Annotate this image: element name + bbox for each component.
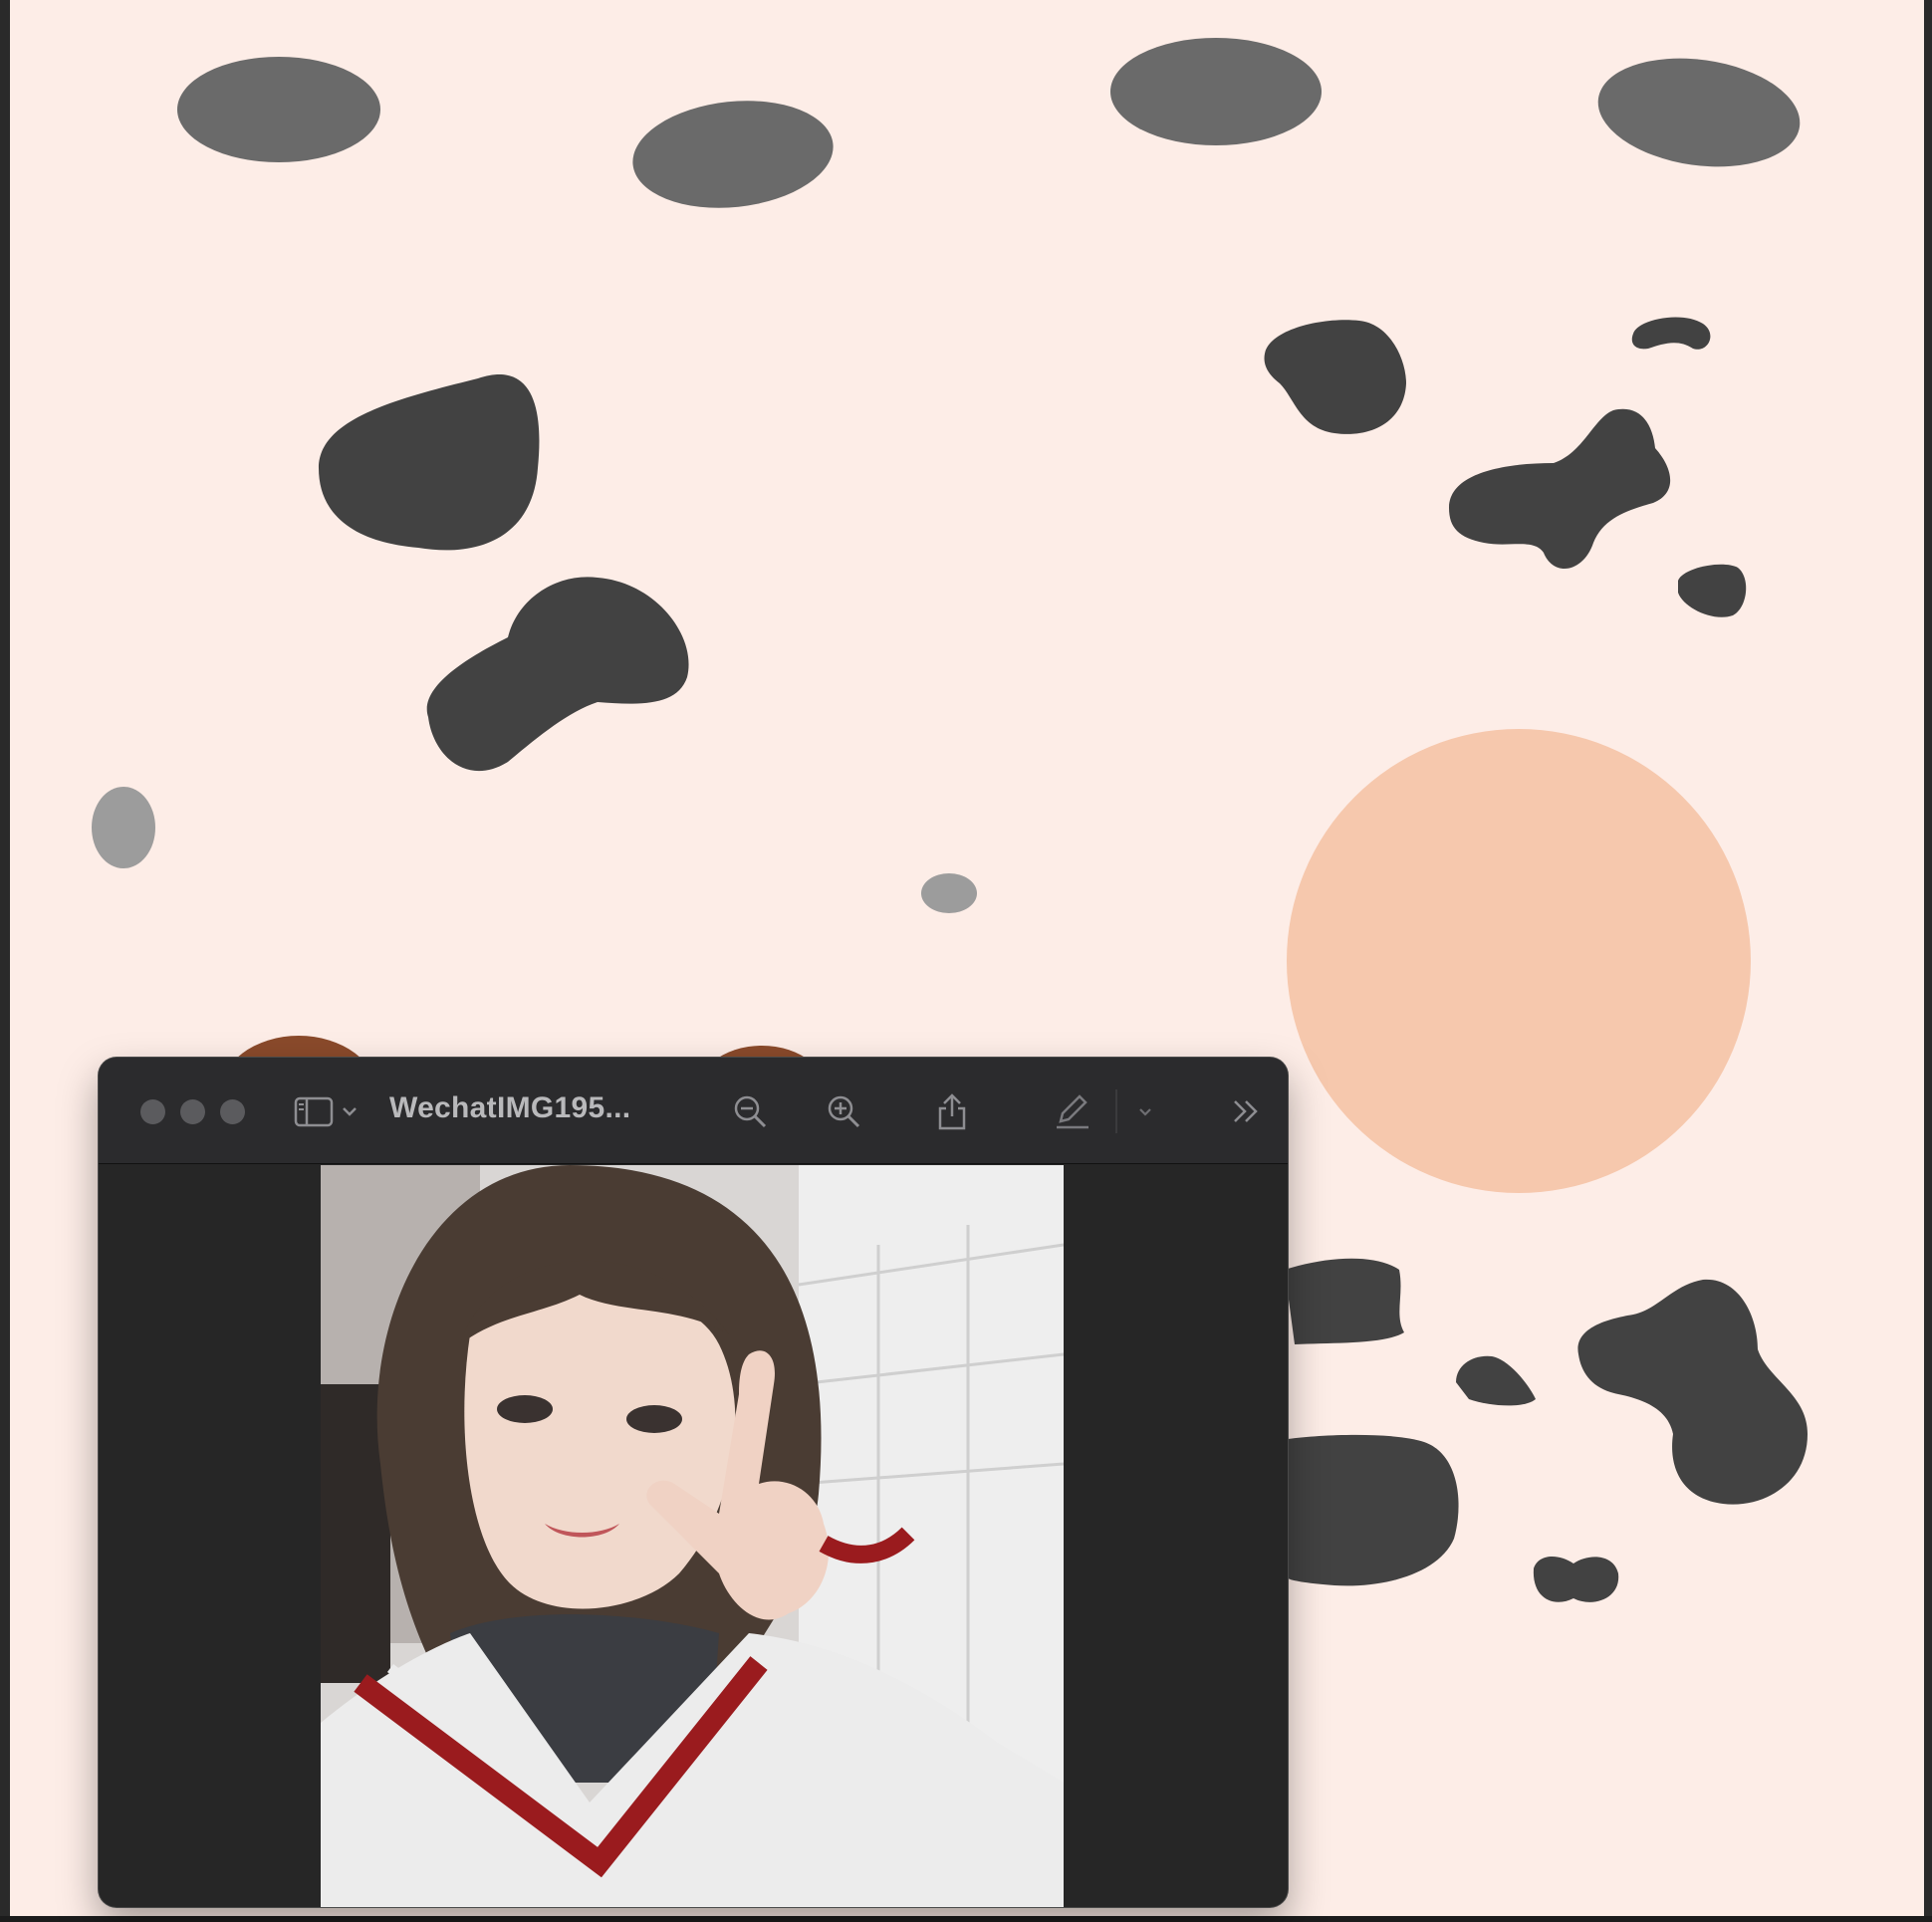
peach-circle [1287,729,1751,1193]
spot [921,873,977,913]
minimize-button[interactable] [180,1099,205,1124]
window-titlebar[interactable]: WechatIMG195... [99,1058,1288,1164]
markup-menu-chevron-icon[interactable] [1133,1091,1157,1131]
zoom-in-icon[interactable] [824,1091,863,1131]
screen-edge [0,1916,1932,1922]
spot [1533,1557,1619,1602]
selfie-photo [321,1165,1064,1907]
chevron-down-icon[interactable] [338,1091,362,1131]
sidebar-icon[interactable] [294,1091,334,1131]
zoom-button[interactable] [220,1099,245,1124]
screen-edge [0,0,10,1922]
spot [177,57,380,162]
window-title: WechatIMG195... [389,1091,631,1124]
spot [1110,38,1322,145]
spot [1285,1258,1404,1344]
toolbar-divider [1115,1089,1117,1133]
pencil-markup-icon[interactable] [1053,1091,1092,1131]
preview-window[interactable]: WechatIMG195... [99,1058,1288,1907]
spot [1288,1434,1459,1586]
close-button[interactable] [140,1099,165,1124]
spot [92,787,155,868]
share-icon[interactable] [932,1091,972,1131]
zoom-out-icon[interactable] [730,1091,770,1131]
double-chevron-right-icon[interactable] [1227,1091,1267,1131]
screen-edge [1924,0,1932,1922]
